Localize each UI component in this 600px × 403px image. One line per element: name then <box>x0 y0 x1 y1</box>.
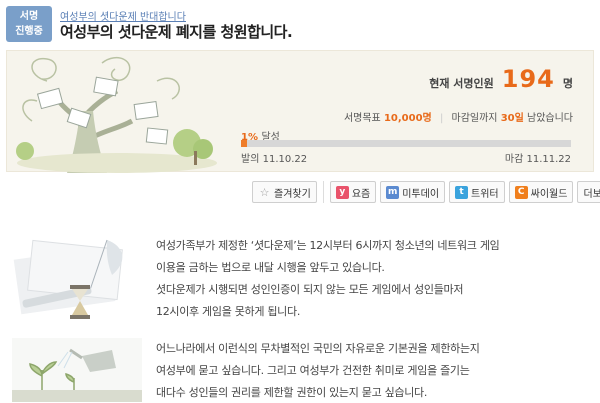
body-paragraph-line: 여성부에 묻고 싶습니다. 그리고 여성부가 건전한 취미로 게임을 즐기는 <box>156 364 470 377</box>
bookmark-label: 즐겨찾기 <box>274 188 311 200</box>
goal-value: 10,000명 <box>383 113 432 124</box>
me2day-label: 미투데이 <box>402 188 440 200</box>
body-paragraph-line: 여성가족부가 제정한 ‘셧다운제’는 12시부터 6시까지 청소년의 네트워크 … <box>156 239 500 252</box>
body-paragraph-line: 어느나라에서 이런식의 무차별적인 국민의 자유로운 기본권을 제한하는지 <box>156 342 480 355</box>
watering-plants-illustration <box>12 338 142 402</box>
toolbar-divider <box>322 181 324 203</box>
goal-label: 서명목표 <box>343 113 381 124</box>
current-signers: 현재 서명인원 194 명 <box>429 65 573 93</box>
body-text-2: 어느나라에서 이런식의 무차별적인 국민의 자유로운 기본권을 제한하는지 여성… <box>156 338 576 403</box>
start-date: 발의 11.10.22 <box>241 150 307 165</box>
body-text-1: 여성가족부가 제정한 ‘셧다운제’는 12시부터 6시까지 청소년의 네트워크 … <box>156 235 576 323</box>
petition-header: 서명 진행중 여성부의 셧다운제 반대합니다 여성부의 셧다운제 폐지를 청원합… <box>6 6 594 46</box>
bookmark-button[interactable]: ☆ 즐겨찾기 <box>252 181 317 203</box>
share-twitter-button[interactable]: t 트위터 <box>449 181 505 203</box>
petition-status-banner: 현재 서명인원 194 명 서명목표 10,000명 | 마감일까지 30일 남… <box>6 50 594 173</box>
status-badge: 서명 진행중 <box>6 6 52 42</box>
me2day-icon: m <box>386 185 400 199</box>
body-section-1: 여성가족부가 제정한 ‘셧다운제’는 12시부터 6시까지 청소년의 네트워크 … <box>12 235 592 325</box>
body-paragraph-line: 대다수 성인들의 권리를 제한할 권한이 있는지 묻고 싶습니다. <box>156 386 428 399</box>
deadline-label: 마감일까지 <box>451 113 498 124</box>
body-section-2: 어느나라에서 이런식의 무차별적인 국민의 자유로운 기본권을 제한하는지 여성… <box>12 338 592 403</box>
progress-bar <box>241 140 571 147</box>
share-me2day-button[interactable]: m 미투데이 <box>380 181 446 203</box>
star-icon: ☆ <box>259 185 270 199</box>
signers-count: 194 <box>501 65 555 93</box>
yozm-icon: y <box>335 185 349 199</box>
signers-unit: 명 <box>562 77 573 90</box>
share-toolbar: ☆ 즐겨찾기 y 요즘 m 미투데이 t 트위터 C 싸이월드 더보기 ▼ <box>252 181 600 203</box>
end-label: 마감 <box>504 154 524 165</box>
share-yozm-button[interactable]: y 요즘 <box>329 181 377 203</box>
start-date-value: 11.10.22 <box>262 154 308 165</box>
start-label: 발의 <box>241 154 260 165</box>
cyworld-icon: C <box>514 185 528 199</box>
more-label: 더보기 <box>583 188 600 200</box>
end-date: 마감 11.11.22 <box>505 150 571 165</box>
body-paragraph-line: 12시이후 게임을 못하게 됩니다. <box>156 305 301 318</box>
twitter-icon: t <box>455 185 469 199</box>
goal-deadline-info: 서명목표 10,000명 | 마감일까지 30일 남았습니다 <box>344 109 573 124</box>
deadline-suffix: 남았습니다 <box>527 113 573 124</box>
petition-title: 여성부의 셧다운제 폐지를 청원합니다. <box>60 23 293 41</box>
meta-divider: | <box>439 113 444 124</box>
progress-bar-fill <box>241 140 248 147</box>
status-badge-line2: 진행중 <box>15 26 43 37</box>
cyworld-label: 싸이월드 <box>530 188 568 200</box>
twitter-label: 트위터 <box>471 188 499 200</box>
end-date-value: 11.11.22 <box>526 154 571 165</box>
more-button[interactable]: 더보기 ▼ <box>577 181 600 203</box>
signers-label: 현재 서명인원 <box>429 77 494 90</box>
body-paragraph-line: 셧다운제가 시행되면 성인인증이 되지 않는 모든 게임에서 성인들마저 <box>156 283 464 296</box>
share-cyworld-button[interactable]: C 싸이월드 <box>508 181 574 203</box>
yozm-label: 요즘 <box>351 188 371 200</box>
deadline-value: 30일 <box>500 113 524 124</box>
quill-hourglass-illustration <box>13 239 123 319</box>
tree-illustration <box>16 57 217 173</box>
body-paragraph-line: 이용을 금하는 법으로 내달 시행을 앞두고 있습니다. <box>156 261 385 274</box>
status-badge-line1: 서명 <box>19 11 39 22</box>
